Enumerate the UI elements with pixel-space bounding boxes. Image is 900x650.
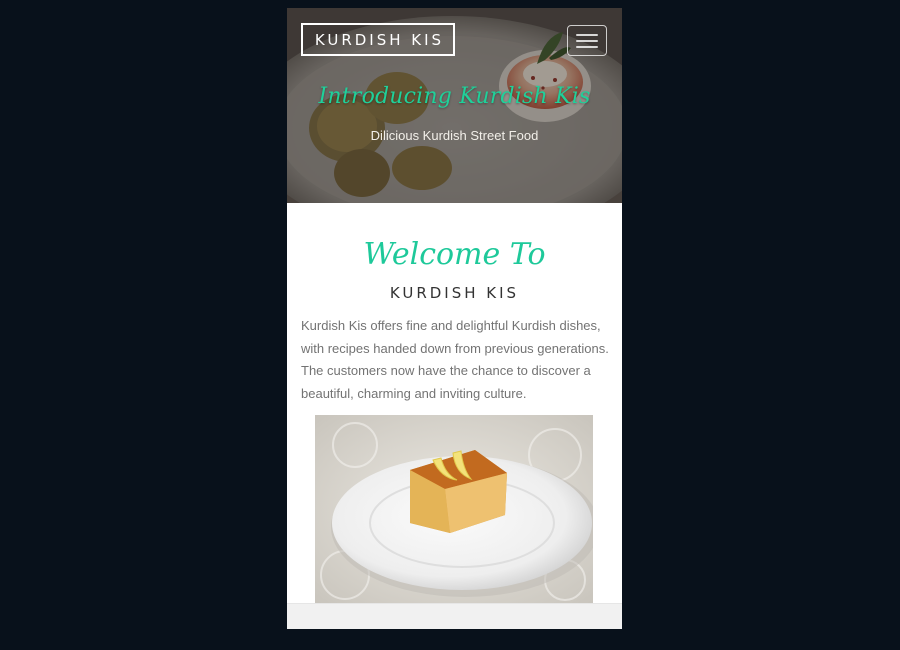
bottom-bar	[287, 603, 622, 629]
welcome-title: Welcome To	[363, 237, 546, 272]
menu-bar	[576, 45, 598, 48]
hero-title: Introducing Kurdish Kis	[318, 84, 591, 109]
menu-bar	[576, 39, 598, 42]
mobile-viewport: KURDISH KIS Introducing Kurdish Kis Dili…	[287, 8, 622, 629]
intro-paragraph: Kurdish Kis offers fine and delightful K…	[301, 318, 609, 401]
dessert-photo	[315, 415, 593, 603]
hamburger-menu-icon[interactable]	[567, 25, 607, 56]
brand-logo-link[interactable]: KURDISH KIS	[301, 23, 455, 56]
menu-bar	[576, 33, 598, 36]
hero-subtitle: Dilicious Kurdish Street Food	[370, 128, 539, 143]
welcome-subtitle: KURDISH KIS	[389, 284, 520, 302]
hero-section: KURDISH KIS Introducing Kurdish Kis Dili…	[287, 8, 622, 203]
dessert-image	[315, 415, 593, 603]
